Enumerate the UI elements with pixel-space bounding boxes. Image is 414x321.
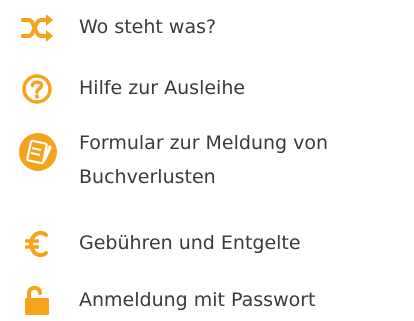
menu-item-label: Wo steht was? — [79, 16, 217, 38]
link-menu: Wo steht was? Hilfe zur Ausleihe Formula… — [0, 0, 414, 320]
menu-item-anmeldung-mit-passwort[interactable]: Anmeldung mit Passwort — [0, 281, 414, 321]
menu-item-hilfe-zur-ausleihe[interactable]: Hilfe zur Ausleihe — [0, 69, 414, 109]
menu-item-label: Hilfe zur Ausleihe — [79, 77, 246, 99]
menu-item-label-line2: Buchverlusten — [79, 166, 216, 188]
form-edit-icon — [18, 132, 58, 172]
euro-icon — [20, 227, 54, 261]
menu-item-formular-buchverluste[interactable]: Formular zur Meldung von Buchverlusten — [0, 128, 414, 202]
menu-item-label-line1: Formular zur Meldung von — [79, 132, 329, 154]
shuffle-icon — [20, 11, 54, 45]
question-circle-icon — [20, 72, 54, 106]
lock-open-icon — [20, 283, 54, 317]
menu-item-gebuehren-und-entgelte[interactable]: Gebühren und Entgelte — [0, 224, 414, 264]
menu-item-label: Gebühren und Entgelte — [79, 232, 301, 254]
menu-item-label: Anmeldung mit Passwort — [79, 289, 316, 311]
menu-item-wo-steht-was[interactable]: Wo steht was? — [0, 8, 414, 48]
